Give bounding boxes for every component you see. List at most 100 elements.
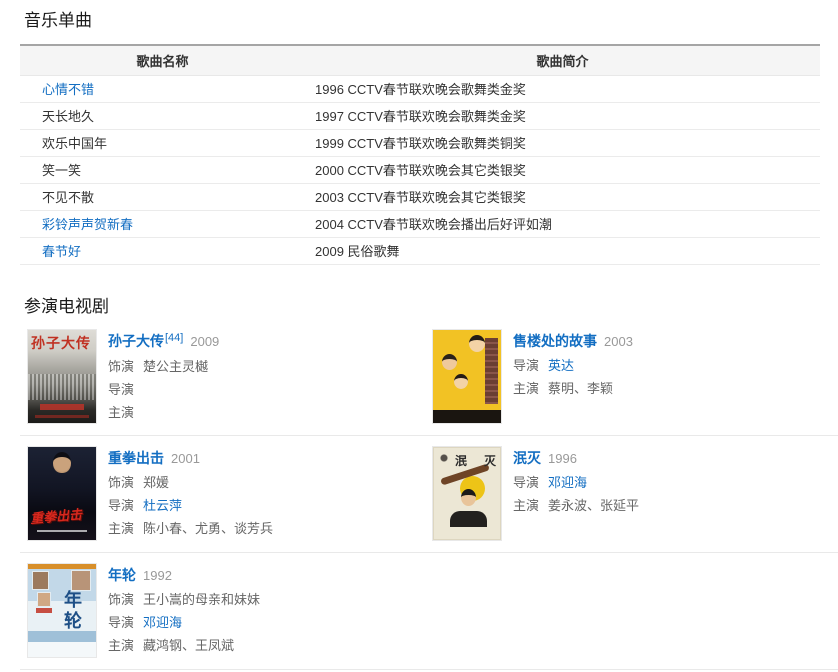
tv-card-field: 导演杜云萍 [108, 498, 273, 514]
tv-card-info: 售楼处的故事 2003 导演英达 主演蔡明、李颖 [513, 330, 633, 423]
tv-card-info: 孙子大传[44]2009 饰演楚公主灵樾 导演 主演 [108, 330, 219, 423]
field-value: 蔡明、李颖 [548, 381, 613, 396]
tv-poster[interactable]: 重拳出击 [28, 447, 96, 540]
poster-art-text: 孙子大传 [31, 333, 91, 353]
song-table-header-row: 歌曲名称 歌曲简介 [20, 45, 820, 75]
poster-art [71, 570, 91, 591]
field-label: 主演 [108, 521, 134, 536]
poster-art [442, 354, 457, 370]
song-desc: 2003 CCTV春节联欢晚会其它类银奖 [305, 183, 820, 210]
tv-ref-link[interactable]: [44] [165, 332, 183, 344]
tv-year: 1992 [143, 568, 172, 583]
song-table-row: 天长地久 1997 CCTV春节联欢晚会歌舞类金奖 [20, 102, 820, 129]
field-label: 导演 [513, 475, 539, 490]
tv-card-field: 导演邓迎海 [108, 615, 260, 631]
tv-card-field: 主演陈小春、尤勇、谈芳兵 [108, 521, 273, 537]
poster-art [485, 338, 498, 404]
field-label: 主演 [108, 638, 134, 653]
field-label: 导演 [108, 382, 134, 397]
song-desc: 1996 CCTV春节联欢晚会歌舞类金奖 [305, 75, 820, 102]
tv-poster[interactable] [433, 330, 501, 423]
song-name-link[interactable]: 心情不错 [42, 82, 94, 97]
field-label: 导演 [108, 615, 134, 630]
field-value: 陈小春、尤勇、谈芳兵 [143, 521, 273, 536]
section-title-tv: 参演电视剧 [24, 295, 838, 319]
field-label: 饰演 [108, 359, 134, 374]
poster-art [469, 335, 485, 352]
field-label: 导演 [108, 498, 134, 513]
field-label: 主演 [513, 498, 539, 513]
tv-card-title-line: 重拳出击2001 [108, 449, 273, 468]
song-table-row: 心情不错 1996 CCTV春节联欢晚会歌舞类金奖 [20, 75, 820, 102]
song-desc: 1997 CCTV春节联欢晚会歌舞类金奖 [305, 102, 820, 129]
page: 音乐单曲 歌曲名称 歌曲简介 心情不错 1996 CCTV春节联欢晚会歌舞类金奖… [0, 10, 838, 672]
song-table-body: 心情不错 1996 CCTV春节联欢晚会歌舞类金奖 天长地久 1997 CCTV… [20, 75, 820, 264]
tv-title-link[interactable]: 年轮 [108, 567, 136, 583]
tv-card-info: 泯灭 1996 导演邓迎海 主演姜永波、张延平 [513, 447, 639, 540]
field-value: 藏鸿钢、王凤斌 [143, 638, 234, 653]
tv-card-title-line: 泯灭 1996 [513, 449, 639, 468]
tv-card: 孙子大传 孙子大传[44]2009 饰演楚公主灵樾 导演 主演 [28, 330, 433, 423]
tv-poster[interactable]: 孙子大传 [28, 330, 96, 423]
field-value-link[interactable]: 邓迎海 [548, 475, 587, 490]
song-name-link[interactable]: 彩铃声声贺新春 [42, 217, 133, 232]
song-table-row: 欢乐中国年 1999 CCTV春节联欢晚会歌舞类铜奖 [20, 129, 820, 156]
field-value: 楚公主灵樾 [143, 359, 208, 374]
field-value: 姜永波、张延平 [548, 498, 639, 513]
tv-card: 年轮 年轮 1992 饰演王小嵩的母亲和妹妹 导演邓迎海 主演藏鸿钢、王凤斌 [28, 564, 438, 657]
poster-art [461, 489, 476, 506]
song-name-link[interactable]: 春节好 [42, 244, 81, 259]
tv-card-field: 主演姜永波、张延平 [513, 498, 639, 514]
field-value: 郑媛 [143, 475, 169, 490]
tv-card-field: 饰演楚公主灵樾 [108, 359, 219, 375]
field-value-link[interactable]: 英达 [548, 358, 574, 373]
tv-year: 2003 [604, 334, 633, 349]
poster-art-text: 泯 灭 [455, 452, 501, 469]
tv-card-info: 年轮 1992 饰演王小嵩的母亲和妹妹 导演邓迎海 主演藏鸿钢、王凤斌 [108, 564, 260, 657]
poster-art [35, 415, 89, 418]
poster-art-text: 重拳出击 [29, 503, 82, 526]
tv-title-link[interactable]: 重拳出击 [108, 450, 164, 466]
section-title-music: 音乐单曲 [24, 10, 838, 32]
tv-title-link[interactable]: 售楼处的故事 [513, 333, 597, 349]
poster-art [450, 511, 487, 527]
poster-art [40, 404, 84, 410]
song-name: 不见不散 [42, 190, 94, 205]
song-desc: 2009 民俗歌舞 [305, 237, 820, 264]
tv-poster[interactable]: 泯 灭 [433, 447, 501, 540]
field-value-link[interactable]: 邓迎海 [143, 615, 182, 630]
tv-card-field: 主演藏鸿钢、王凤斌 [108, 638, 260, 654]
tv-title-link[interactable]: 孙子大传 [108, 333, 164, 349]
tv-card-field: 主演 [108, 405, 219, 421]
tv-year: 1996 [548, 451, 577, 466]
tv-card-field: 饰演王小嵩的母亲和妹妹 [108, 592, 260, 608]
field-label: 导演 [513, 358, 539, 373]
tv-poster[interactable]: 年轮 [28, 564, 96, 657]
poster-art [37, 530, 87, 532]
tv-card-field: 主演蔡明、李颖 [513, 381, 633, 397]
tv-card-row: 年轮 年轮 1992 饰演王小嵩的母亲和妹妹 导演邓迎海 主演藏鸿钢、王凤斌 [20, 553, 838, 670]
tv-title-link[interactable]: 泯灭 [513, 450, 541, 466]
poster-art [454, 374, 468, 389]
tv-card: 售楼处的故事 2003 导演英达 主演蔡明、李颖 [433, 330, 838, 423]
poster-art [32, 571, 49, 590]
song-table-header-name: 歌曲名称 [20, 45, 305, 75]
tv-card-title-line: 售楼处的故事 2003 [513, 332, 633, 351]
song-name: 欢乐中国年 [42, 136, 107, 151]
poster-art-text: 年轮 [59, 590, 85, 632]
song-table-row: 春节好 2009 民俗歌舞 [20, 237, 820, 264]
song-name: 笑一笑 [42, 163, 81, 178]
field-label: 饰演 [108, 592, 134, 607]
song-name: 天长地久 [42, 109, 94, 124]
poster-art [36, 608, 52, 613]
tv-card-row: 孙子大传 孙子大传[44]2009 饰演楚公主灵樾 导演 主演 售楼处的故事 20… [20, 319, 838, 436]
field-value-link[interactable]: 杜云萍 [143, 498, 182, 513]
poster-art [37, 592, 51, 607]
tv-card-field: 导演英达 [513, 358, 633, 374]
tv-card-row: 重拳出击 重拳出击2001 饰演郑媛 导演杜云萍 主演陈小春、尤勇、谈芳兵 泯 … [20, 436, 838, 553]
field-value: 王小嵩的母亲和妹妹 [143, 592, 260, 607]
tv-card-title-line: 孙子大传[44]2009 [108, 332, 219, 352]
song-table: 歌曲名称 歌曲简介 心情不错 1996 CCTV春节联欢晚会歌舞类金奖 天长地久… [20, 44, 820, 265]
field-label: 主演 [513, 381, 539, 396]
song-desc: 2000 CCTV春节联欢晚会其它类银奖 [305, 156, 820, 183]
